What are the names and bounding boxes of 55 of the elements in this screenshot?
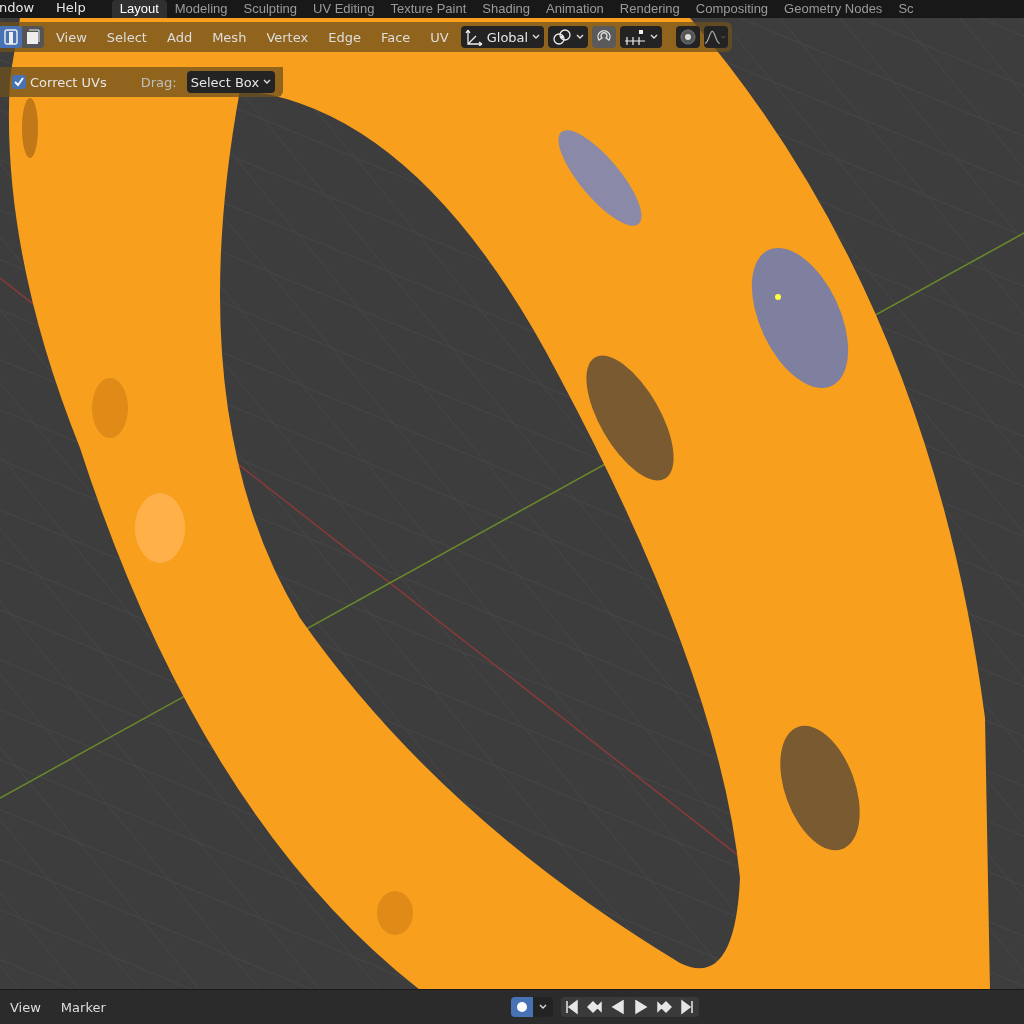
target-icon	[680, 29, 697, 45]
workspace-tab[interactable]: Sculpting	[235, 0, 305, 18]
workspace-tab[interactable]: Rendering	[611, 0, 688, 18]
workspace-tab[interactable]: Texture Paint	[382, 0, 475, 18]
menu-button[interactable]: Marker	[50, 999, 116, 1015]
select-mode-button[interactable]	[0, 26, 22, 48]
correct-uvs-checkbox[interactable]: Correct UVs	[12, 74, 107, 90]
workspace-tab[interactable]: Animation	[538, 0, 612, 18]
axes-icon	[464, 28, 483, 46]
workspace-tab[interactable]: Layout	[111, 0, 167, 18]
chevron-icon	[263, 79, 272, 85]
workspace-tab[interactable]: Sc	[890, 0, 922, 18]
menu-button[interactable]: Vertex	[258, 26, 317, 48]
vertex-dot	[775, 294, 781, 300]
menu-button[interactable]: Edge	[320, 26, 369, 48]
orientation-dropdown[interactable]: Global	[460, 26, 545, 48]
chevron-icon	[576, 34, 585, 40]
menu-button[interactable]: UV	[422, 26, 457, 48]
workspace-tab[interactable]: Geometry Nodes	[776, 0, 891, 18]
keying-dropdown[interactable]	[532, 997, 553, 1017]
chevron-icon	[650, 34, 659, 40]
snap-toggle[interactable]	[592, 26, 617, 48]
chevron-icon	[532, 34, 541, 40]
checkmark-icon	[14, 77, 24, 87]
proportional-editing-toggle[interactable]	[676, 26, 701, 48]
menu-item[interactable]: ndow	[0, 0, 37, 18]
auto-keying-button[interactable]	[510, 997, 533, 1017]
workspace-tab[interactable]: Modeling	[166, 0, 236, 18]
chevron-icon	[538, 1004, 547, 1010]
menu-button[interactable]: Add	[158, 26, 201, 48]
menu-button[interactable]: View	[0, 999, 51, 1015]
snap-target-dropdown[interactable]	[620, 26, 663, 48]
menu-button[interactable]: Select	[98, 26, 155, 48]
menu-item[interactable]: Help	[56, 0, 88, 18]
play-icon	[633, 999, 650, 1015]
jump-end-icon	[679, 999, 696, 1015]
increment-icon	[624, 29, 647, 45]
pivot-icon	[552, 28, 573, 46]
jump-start-icon	[564, 999, 581, 1015]
workspace-tab[interactable]: UV Editing	[305, 0, 383, 18]
menu-button[interactable]: Mesh	[204, 26, 255, 48]
prev-keyframe-icon	[587, 999, 604, 1015]
falloff-curve-icon	[704, 29, 729, 45]
menu-button[interactable]: View	[48, 26, 95, 48]
workspace-tab[interactable]: Compositing	[687, 0, 777, 18]
record-icon	[515, 1001, 528, 1013]
falloff-dropdown[interactable]	[704, 26, 729, 48]
menu-button[interactable]: Face	[372, 26, 419, 48]
pivot-dropdown[interactable]	[548, 26, 589, 48]
drag-dropdown[interactable]: Select Box	[186, 71, 276, 93]
workspace-tab[interactable]: Shading	[474, 0, 539, 18]
select-mode-button[interactable]	[22, 26, 44, 48]
drag-label: Drag:	[140, 74, 177, 90]
next-keyframe-icon	[656, 999, 673, 1015]
play-reverse-icon	[610, 999, 627, 1015]
